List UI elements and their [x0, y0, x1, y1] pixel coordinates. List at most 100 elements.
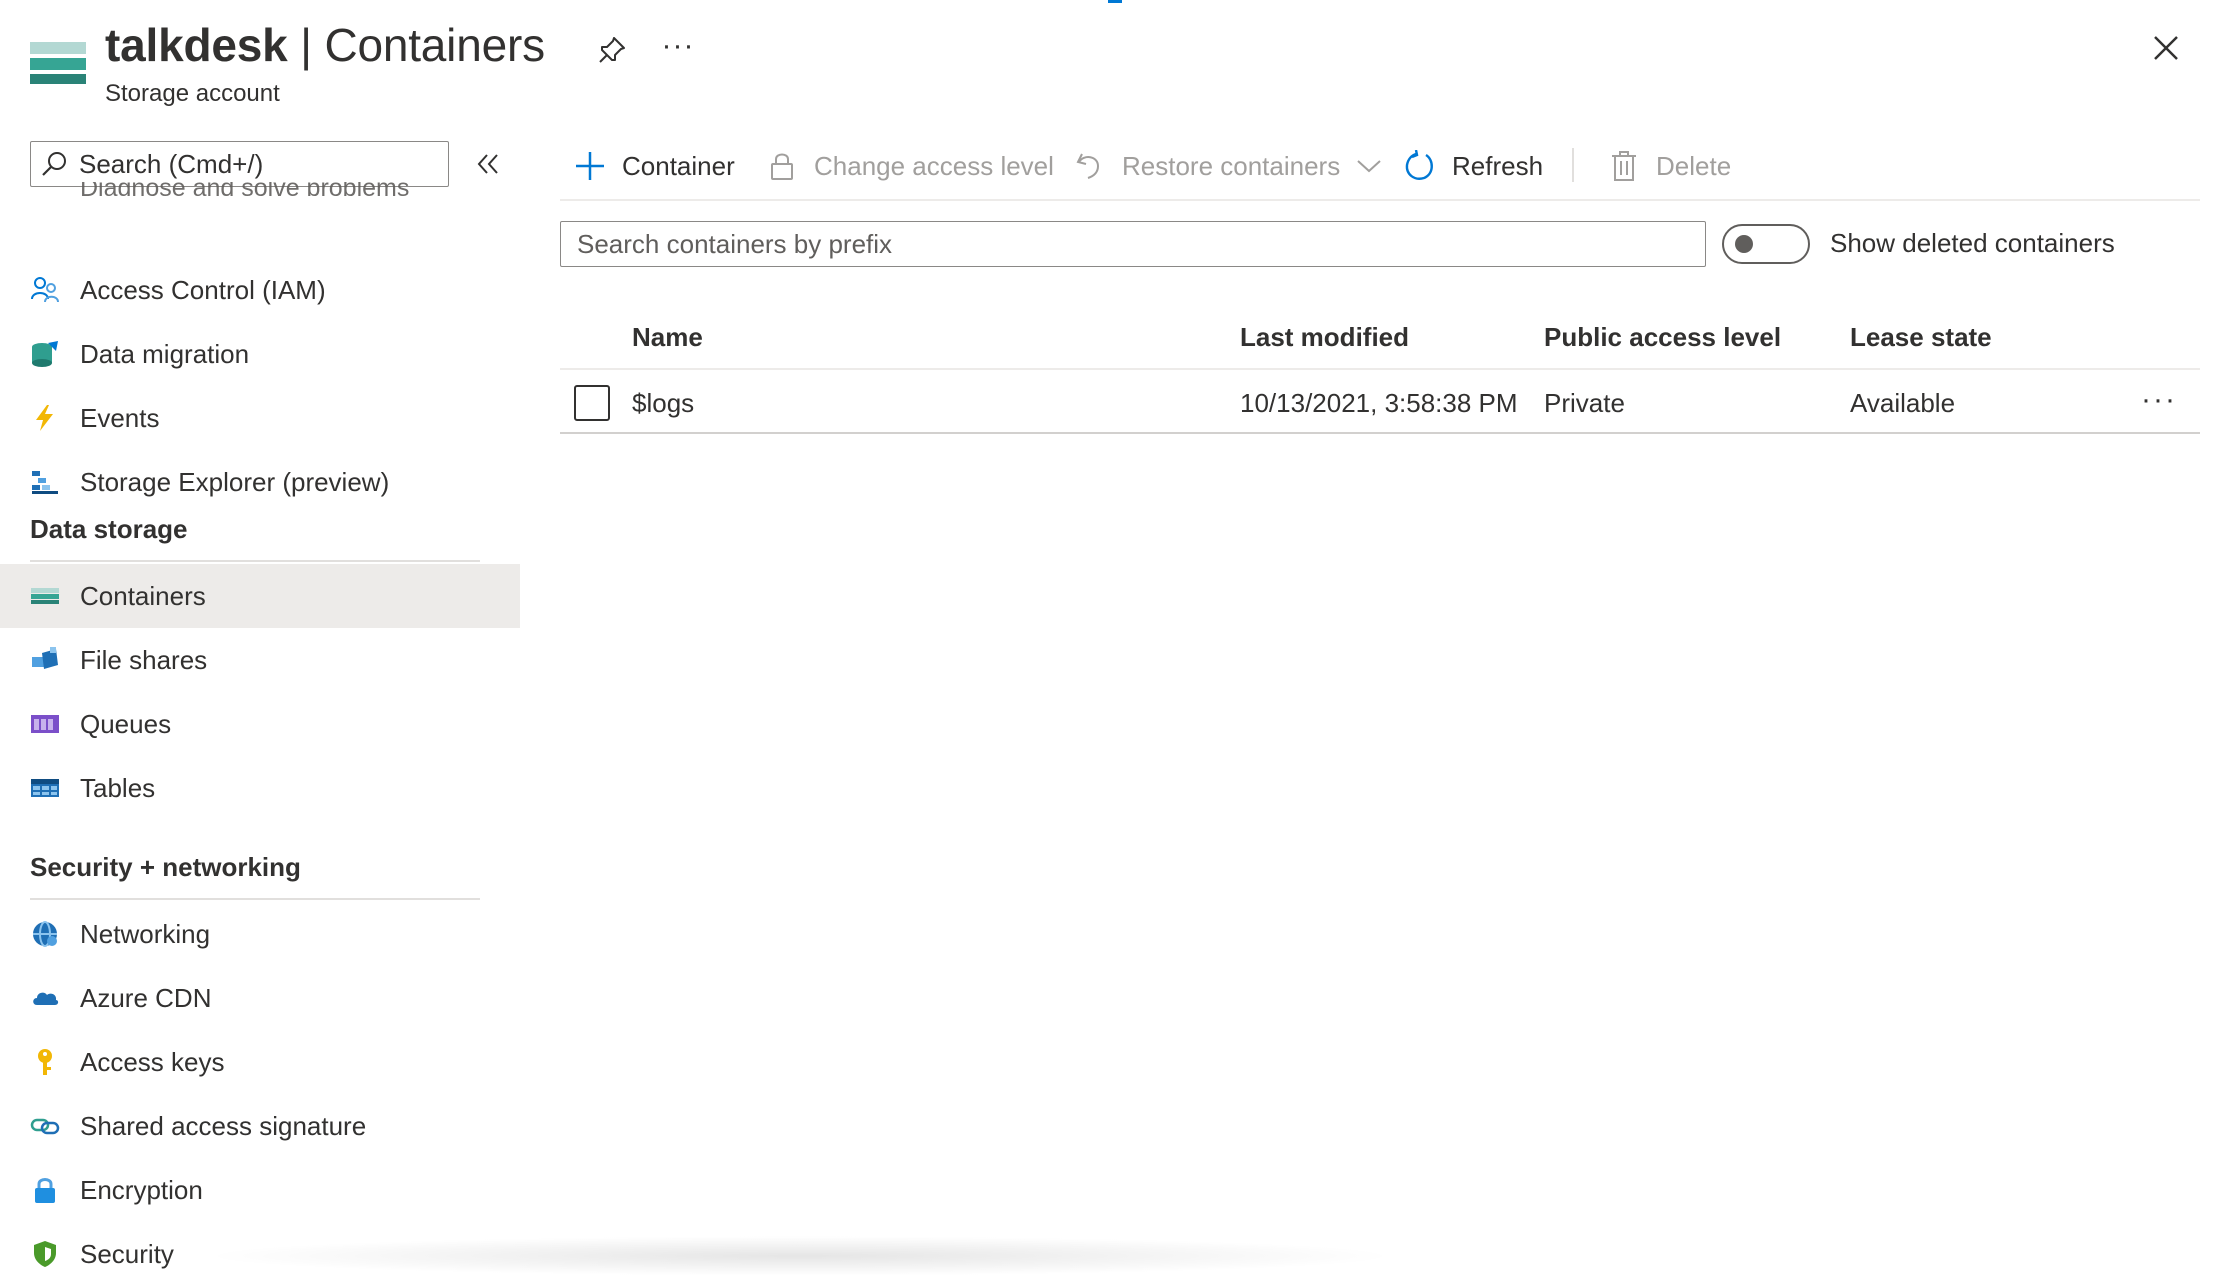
search-icon [42, 152, 66, 176]
page-title: talkdesk | Containers [105, 18, 545, 72]
networking-icon [33, 921, 57, 947]
container-prefix-search-input[interactable] [560, 221, 1706, 267]
sidebar-item-label: Data migration [80, 338, 250, 369]
row-checkbox[interactable] [574, 385, 610, 421]
close-button[interactable] [2142, 24, 2190, 72]
sidebar-item-shared-access-signature[interactable]: Shared access signature [0, 1094, 520, 1158]
page-name: Containers [324, 19, 545, 71]
pin-icon [599, 37, 625, 63]
sidebar-item-label: Queues [80, 708, 172, 739]
section-header-data-storage: Data storage [30, 514, 188, 544]
column-header-name[interactable]: Name [632, 322, 703, 353]
column-header-lease-state[interactable]: Lease state [1850, 322, 1992, 353]
resource-menu: Search (Cmd+/) Diagnose and solve proble… [0, 130, 520, 1276]
change-access-level-label: Change access level [814, 150, 1054, 181]
close-icon [2154, 36, 2178, 60]
section-header-security: Security + networking [30, 852, 301, 882]
trash-icon [1612, 151, 1636, 181]
sidebar-item-diagnose[interactable]: Diagnose and solve problems [80, 182, 409, 196]
sidebar-item-encryption[interactable]: Encryption [0, 1158, 520, 1222]
storage-account-icon [30, 42, 86, 84]
add-container-label: Container [622, 150, 735, 181]
sidebar-item-label: Security [80, 1238, 174, 1269]
sidebar-item-label: Storage Explorer (preview) [80, 466, 390, 497]
cloud-icon [33, 992, 59, 1005]
command-bar: Container Change access level Restore co… [560, 134, 2200, 198]
sidebar-item-data-migration[interactable]: Data migration [0, 322, 520, 386]
resource-type: Storage account [105, 80, 280, 107]
data-migration-icon [32, 341, 58, 367]
bottom-shadow [200, 1236, 1400, 1276]
column-header-last-modified[interactable]: Last modified [1240, 322, 1409, 353]
toggle-knob [1735, 235, 1753, 253]
sidebar-item-label: Encryption [80, 1174, 203, 1205]
menu-search-input[interactable]: Search (Cmd+/) [30, 141, 449, 187]
more-options-button[interactable]: ··· [656, 24, 700, 68]
sidebar-item-label: Azure CDN [80, 982, 212, 1013]
row-more-options-button[interactable]: ··· [2134, 378, 2184, 422]
sidebar-item-storage-explorer[interactable]: Storage Explorer (preview) [0, 450, 520, 514]
sidebar-item-queues[interactable]: Queues [0, 692, 520, 756]
delete-button[interactable]: Delete [1608, 134, 1731, 198]
key-icon [38, 1049, 52, 1075]
storage-containers-page: talkdesk | Containers Storage account ··… [0, 0, 2230, 1276]
refresh-icon [1405, 150, 1433, 180]
chevron-down-icon [1357, 160, 1381, 173]
show-deleted-label: Show deleted containers [1830, 228, 2115, 258]
sidebar-item-file-shares[interactable]: File shares [0, 628, 520, 692]
section-divider [30, 898, 480, 900]
containers-icon [31, 588, 59, 604]
sidebar-item-label: Access Control (IAM) [80, 274, 326, 305]
double-chevron-left-icon [477, 154, 498, 174]
sidebar-item-label: Tables [80, 772, 156, 803]
lease-state-cell: Available [1850, 388, 1956, 418]
pin-button[interactable] [590, 28, 634, 72]
sidebar-item-label: Events [80, 402, 160, 433]
sidebar-item-networking[interactable]: Networking [0, 902, 520, 966]
refresh-label: Refresh [1452, 150, 1544, 181]
toolbar-divider [560, 199, 2200, 201]
restore-containers-button[interactable]: Restore containers [1074, 134, 1382, 198]
blade-header: talkdesk | Containers Storage account ··… [0, 0, 2230, 130]
section-divider [30, 560, 480, 562]
sidebar-item-label: Access keys [80, 1046, 225, 1077]
sidebar-item-tables[interactable]: Tables [0, 756, 520, 820]
queues-icon [31, 715, 59, 733]
sidebar-item-access-control[interactable]: Access Control (IAM) [0, 258, 520, 322]
last-modified-cell: 10/13/2021, 3:58:38 PM [1240, 388, 1518, 418]
collapse-menu-button[interactable] [472, 146, 504, 182]
change-access-level-button[interactable]: Change access level [766, 134, 1054, 198]
delete-label: Delete [1656, 150, 1732, 181]
shield-icon [34, 1241, 56, 1267]
table-header: Name Last modified Public access level L… [560, 306, 2200, 370]
sidebar-item-label: Containers [80, 580, 206, 611]
sidebar-item-label: File shares [80, 644, 208, 675]
toolbar-separator [1572, 148, 1574, 182]
sidebar-item-containers[interactable]: Containers [0, 564, 520, 628]
containers-table: Name Last modified Public access level L… [560, 306, 2200, 434]
restore-containers-label: Restore containers [1122, 150, 1341, 181]
sidebar-item-access-keys[interactable]: Access keys [0, 1030, 520, 1094]
link-icon [30, 1118, 60, 1135]
container-name-link[interactable]: $logs [632, 388, 694, 419]
people-icon [31, 277, 59, 303]
lock-icon [35, 1178, 55, 1203]
sidebar-item-label: Networking [80, 918, 211, 949]
storage-explorer-icon [32, 471, 58, 494]
plus-icon [576, 152, 604, 180]
refresh-button[interactable]: Refresh [1404, 134, 1543, 198]
sidebar-item-azure-cdn[interactable]: Azure CDN [0, 966, 520, 1030]
add-container-button[interactable]: Container [574, 134, 735, 198]
lightning-icon [36, 405, 53, 431]
file-shares-icon [32, 647, 58, 669]
title-separator: | [287, 19, 325, 71]
sidebar-item-events[interactable]: Events [0, 386, 520, 450]
show-deleted-toggle[interactable] [1722, 224, 1810, 264]
tables-icon [31, 779, 59, 797]
table-row[interactable]: $logs 10/13/2021, 3:58:38 PM Private Ava… [560, 370, 2200, 434]
resource-name: talkdesk [105, 19, 288, 71]
sidebar-item-label: Shared access signature [80, 1110, 367, 1141]
undo-icon [1076, 153, 1100, 179]
column-header-public-access[interactable]: Public access level [1544, 322, 1781, 353]
public-access-cell: Private [1544, 388, 1625, 418]
